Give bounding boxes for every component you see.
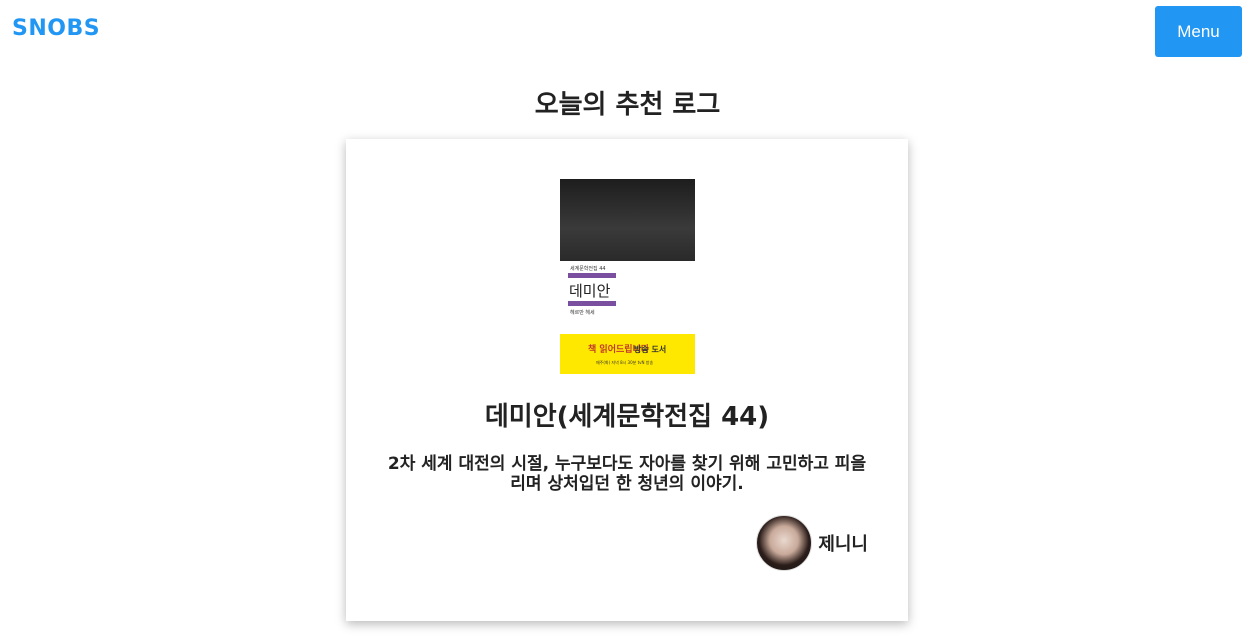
cover-title: 데미안 bbox=[569, 282, 611, 300]
book-cover-image: 세계문학전집 44 데미안 헤르만 헤세 책 읽어드립니다 방송 도서 매주(화… bbox=[560, 179, 695, 374]
cover-accent-bar bbox=[568, 301, 616, 306]
cover-author: 헤르만 헤세 bbox=[570, 310, 595, 316]
book-title: 데미안(세계문학전집 44) bbox=[484, 402, 770, 432]
cover-banner-sub: 매주(화) 저녁 8시 30분 tvN 방송 bbox=[596, 360, 654, 365]
recommended-log-card[interactable]: 세계문학전집 44 데미안 헤르만 헤세 책 읽어드립니다 방송 도서 매주(화… bbox=[346, 139, 908, 621]
author-name: 제니니 bbox=[818, 534, 868, 555]
menu-button[interactable]: Menu bbox=[1155, 6, 1242, 57]
site-logo[interactable]: SNOBS bbox=[12, 16, 100, 41]
cover-photo bbox=[560, 179, 695, 261]
cover-series: 세계문학전집 44 bbox=[570, 266, 606, 272]
cover-accent-bar bbox=[568, 273, 616, 278]
section-title: 오늘의 추천 로그 bbox=[534, 90, 721, 120]
user-avatar-icon bbox=[756, 515, 813, 571]
cover-banner: 책 읽어드립니다 방송 도서 매주(화) 저녁 8시 30분 tvN 방송 bbox=[560, 334, 695, 374]
page: SNOBS Menu 오늘의 추천 로그 세계문학전집 44 데미안 헤르만 헤… bbox=[0, 0, 1255, 640]
author-info[interactable]: 제니니 bbox=[756, 515, 868, 571]
cover-banner-tag: 방송 도서 bbox=[634, 345, 667, 354]
book-description: 2차 세계 대전의 시절, 누구보다도 자아를 찾기 위해 고민하고 피을리며 … bbox=[387, 454, 867, 494]
